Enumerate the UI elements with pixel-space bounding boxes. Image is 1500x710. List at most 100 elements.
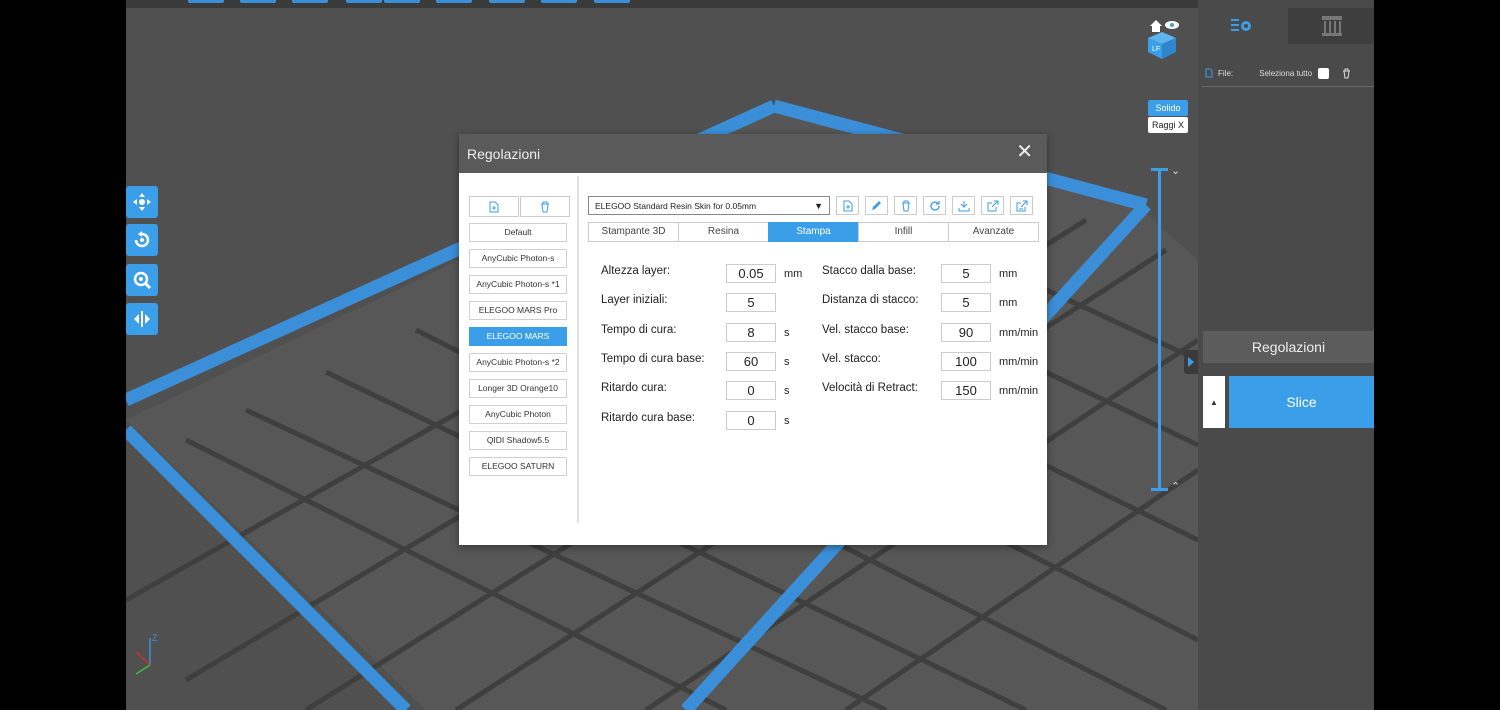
settings-tabs: Stampante 3D Resina Stampa Infill Avanzate (588, 222, 1039, 242)
param-input[interactable]: 5 (941, 264, 991, 283)
param-input[interactable]: 60 (726, 351, 776, 371)
param-input[interactable]: 0 (726, 410, 776, 430)
param-input[interactable]: 100 (941, 351, 991, 371)
rotate-tool-button[interactable] (126, 224, 158, 256)
svg-text:LF: LF (1152, 46, 1160, 53)
toolbar-button[interactable] (346, 0, 382, 3)
param-input[interactable]: 0.05 (726, 264, 776, 283)
profile-item[interactable]: QIDI Shadow5.5 (469, 431, 567, 450)
toolbar-button[interactable] (240, 0, 276, 3)
param-label: Tempo di cura: (601, 323, 677, 336)
param-input[interactable]: 5 (726, 293, 776, 313)
add-profile-button[interactable] (469, 196, 519, 217)
param-input[interactable]: 0 (726, 381, 776, 401)
scale-tool-button[interactable] (126, 264, 158, 296)
profile-item[interactable]: Default (469, 223, 567, 242)
toolbar-button[interactable] (292, 0, 328, 3)
export-all-button[interactable] (1010, 196, 1033, 215)
app-screen: LF Solido Raggi X ⌄ ⌃ Z File: Seleziona … (126, 0, 1374, 710)
toolbar-button[interactable] (384, 0, 420, 3)
edit-resin-profile-button[interactable] (865, 196, 888, 215)
param-label: Vel. stacco: (822, 352, 881, 365)
param-input[interactable]: 8 (726, 322, 776, 342)
select-all-label: Seleziona tutto (1259, 68, 1313, 78)
zoom-scale-icon (133, 271, 152, 290)
panel-collapse-button[interactable] (1184, 350, 1198, 374)
expand-up-button[interactable]: ▲ (1203, 376, 1225, 428)
mirror-tool-button[interactable] (126, 303, 158, 335)
new-resin-profile-button[interactable] (836, 196, 859, 215)
pencil-icon (872, 201, 881, 210)
export-icon (987, 200, 998, 211)
toolbar-button[interactable] (436, 0, 472, 3)
param-label: Tempo di cura base: (601, 352, 705, 365)
solid-view-button[interactable]: Solido (1148, 100, 1188, 116)
tab-supports[interactable] (1288, 8, 1374, 44)
tab-avanzate[interactable]: Avanzate (948, 222, 1039, 242)
param-unit: s (784, 414, 790, 427)
settings-dialog: Regolazioni ✕ Default AnyCubic Photon-s An… (459, 134, 1047, 545)
close-icon[interactable]: ✕ (1016, 142, 1033, 162)
chevron-up-icon[interactable]: ⌃ (1171, 480, 1180, 493)
resin-profile-value: ELEGOO Standard Resin Skin for 0.05mm (595, 201, 757, 211)
trash-icon[interactable] (1341, 68, 1352, 79)
tab-stampante-3d[interactable]: Stampante 3D (588, 222, 679, 242)
right-panel-tabs (1198, 8, 1374, 44)
divider (1202, 86, 1374, 87)
param-label: Ritardo cura: (601, 382, 667, 395)
axis-indicator: Z (130, 630, 170, 680)
profile-item[interactable]: AnyCubic Photon-s (469, 249, 567, 268)
param-input[interactable]: 150 (941, 381, 991, 401)
profile-item[interactable]: AnyCubic Photon (469, 405, 567, 424)
profile-item[interactable]: ELEGOO MARS (469, 327, 567, 346)
adjustments-button[interactable]: Regolazioni (1203, 331, 1374, 363)
toolbar-button[interactable] (489, 0, 525, 3)
param-label: Vel. stacco base: (822, 323, 909, 336)
profile-item[interactable]: Longer 3D Orange10 (469, 379, 567, 398)
profile-item[interactable]: AnyCubic Photon-s *1 (469, 275, 567, 294)
move-tool-button[interactable] (126, 186, 158, 218)
profile-item[interactable]: ELEGOO MARS Pro (469, 301, 567, 320)
chevron-down-icon[interactable]: ⌄ (1171, 164, 1180, 177)
param-input[interactable]: 90 (941, 322, 991, 342)
delete-resin-profile-button[interactable] (894, 196, 917, 215)
supports-icon (1322, 16, 1342, 36)
toolbar-button[interactable] (188, 0, 224, 3)
files-label: File: (1218, 68, 1234, 78)
profile-item[interactable]: ELEGOO SATURN (469, 457, 567, 476)
param-input[interactable]: 5 (941, 293, 991, 313)
reset-resin-profile-button[interactable] (923, 196, 946, 215)
xray-view-button[interactable]: Raggi X (1148, 117, 1188, 133)
param-unit: mm/min (999, 385, 1039, 398)
toolbar-button[interactable] (594, 0, 630, 3)
view-cube[interactable]: LF (1144, 18, 1180, 60)
import-icon (958, 200, 969, 211)
list-gear-icon (1231, 19, 1251, 31)
delete-profile-button[interactable] (520, 196, 570, 217)
export-resin-profile-button[interactable] (981, 196, 1004, 215)
dropdown-arrow-icon: ▼ (814, 201, 823, 211)
param-unit: s (784, 385, 790, 398)
trash-icon (541, 201, 549, 212)
caret-up-icon: ▲ (1210, 397, 1218, 407)
layer-slider-bottom-handle[interactable] (1151, 488, 1168, 491)
export-all-icon (1016, 200, 1027, 211)
tab-infill[interactable]: Infill (858, 222, 949, 242)
tab-resina[interactable]: Resina (678, 222, 769, 242)
profile-item[interactable]: AnyCubic Photon-s *2 (469, 353, 567, 372)
param-unit: mm/min (999, 326, 1039, 339)
view-cube-icon: LF (1148, 20, 1179, 59)
toolbar-button[interactable] (541, 0, 577, 3)
tab-stampa[interactable]: Stampa (768, 222, 859, 242)
file-icon (1205, 68, 1213, 78)
layer-slider[interactable] (1158, 170, 1161, 490)
top-toolbar (126, 0, 1374, 8)
svg-text:Z: Z (152, 633, 158, 643)
param-unit: s (784, 355, 790, 368)
slice-button[interactable]: Slice (1229, 376, 1374, 428)
select-all-checkbox[interactable] (1318, 67, 1330, 79)
import-resin-profile-button[interactable] (952, 196, 975, 215)
tab-settings[interactable] (1198, 8, 1286, 44)
resin-profile-select[interactable]: ELEGOO Standard Resin Skin for 0.05mm ▼ (588, 196, 830, 215)
rotate-icon (134, 231, 150, 248)
